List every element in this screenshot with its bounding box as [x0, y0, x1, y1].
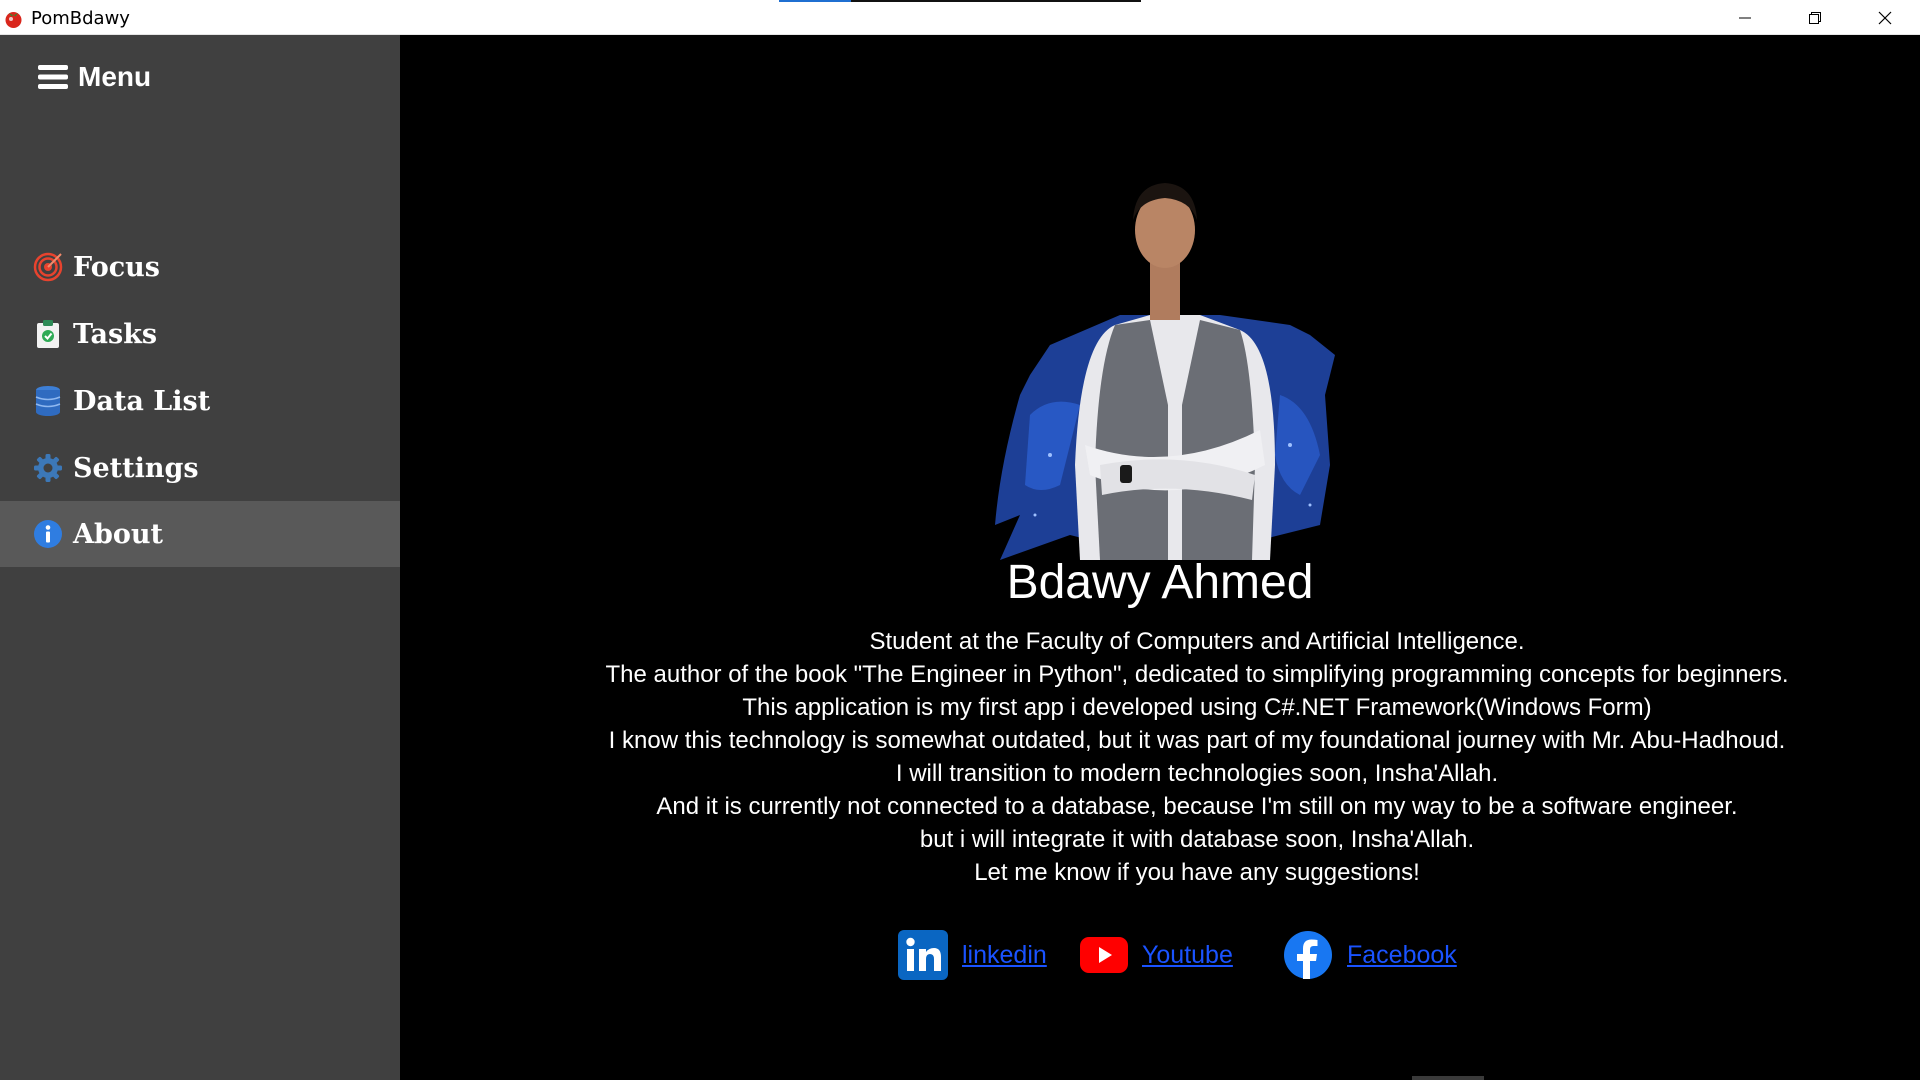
- database-icon: [33, 386, 63, 416]
- restore-icon: [1809, 11, 1821, 24]
- gear-icon: [33, 453, 63, 483]
- youtube-link[interactable]: Youtube: [1142, 941, 1233, 970]
- linkedin-link-group: linkedin: [898, 925, 1047, 985]
- menu-toggle-button[interactable]: Menu: [38, 61, 151, 93]
- linkedin-link[interactable]: linkedin: [962, 941, 1047, 970]
- scroll-indicator: [1412, 1076, 1484, 1080]
- bio-line: Let me know if you have any suggestions!: [974, 859, 1420, 886]
- close-icon: [1878, 11, 1892, 24]
- hamburger-icon: [38, 65, 68, 89]
- sidebar: Menu Focus Tasks Data List Settings Abou…: [0, 35, 400, 1080]
- bio-line: This application is my first app i devel…: [742, 694, 1652, 721]
- facebook-icon[interactable]: [1283, 930, 1333, 980]
- menu-label: Menu: [78, 61, 152, 92]
- minimize-button[interactable]: [1710, 0, 1780, 35]
- tomato-app-icon: [5, 12, 22, 28]
- sidebar-item-tasks[interactable]: Tasks: [0, 301, 400, 367]
- youtube-link-group: Youtube: [1080, 925, 1233, 985]
- minimize-icon: [1739, 17, 1751, 18]
- sidebar-item-label: Data List: [73, 385, 211, 417]
- restore-button[interactable]: [1780, 0, 1850, 35]
- window-title: PomBdawy: [31, 8, 130, 29]
- profile-photo: [995, 183, 1335, 560]
- about-panel: Bdawy Ahmed Student at the Faculty of Co…: [400, 35, 1920, 1080]
- sidebar-item-about[interactable]: About: [0, 501, 400, 567]
- clipboard-check-icon: [33, 319, 63, 349]
- target-icon: [33, 252, 63, 282]
- close-button[interactable]: [1850, 0, 1920, 35]
- sidebar-item-data-list[interactable]: Data List: [0, 368, 400, 434]
- sidebar-item-label: Tasks: [73, 318, 158, 350]
- profile-name: Bdawy Ahmed: [1006, 556, 1314, 609]
- title-bar: PomBdawy: [0, 0, 1920, 35]
- bio-line: The author of the book "The Engineer in …: [605, 661, 1789, 688]
- info-icon: [33, 519, 63, 549]
- bio-text: Student at the Faculty of Computers and …: [400, 625, 1920, 889]
- sidebar-item-label: Settings: [73, 452, 199, 484]
- bio-line: but i will integrate it with database so…: [919, 826, 1475, 853]
- loading-indicator: [779, 0, 1141, 2]
- sidebar-item-label: About: [73, 518, 163, 550]
- facebook-link-group: Facebook: [1283, 925, 1457, 985]
- sidebar-item-label: Focus: [73, 251, 160, 283]
- bio-line: I know this technology is somewhat outda…: [608, 727, 1786, 754]
- bio-line: And it is currently not connected to a d…: [656, 793, 1738, 820]
- youtube-icon[interactable]: [1080, 937, 1128, 973]
- linkedin-icon[interactable]: [898, 930, 948, 980]
- bio-line: I will transition to modern technologies…: [895, 760, 1499, 787]
- facebook-link[interactable]: Facebook: [1347, 941, 1457, 970]
- sidebar-item-focus[interactable]: Focus: [0, 234, 400, 300]
- sidebar-item-settings[interactable]: Settings: [0, 435, 400, 501]
- bio-line: Student at the Faculty of Computers and …: [869, 628, 1525, 655]
